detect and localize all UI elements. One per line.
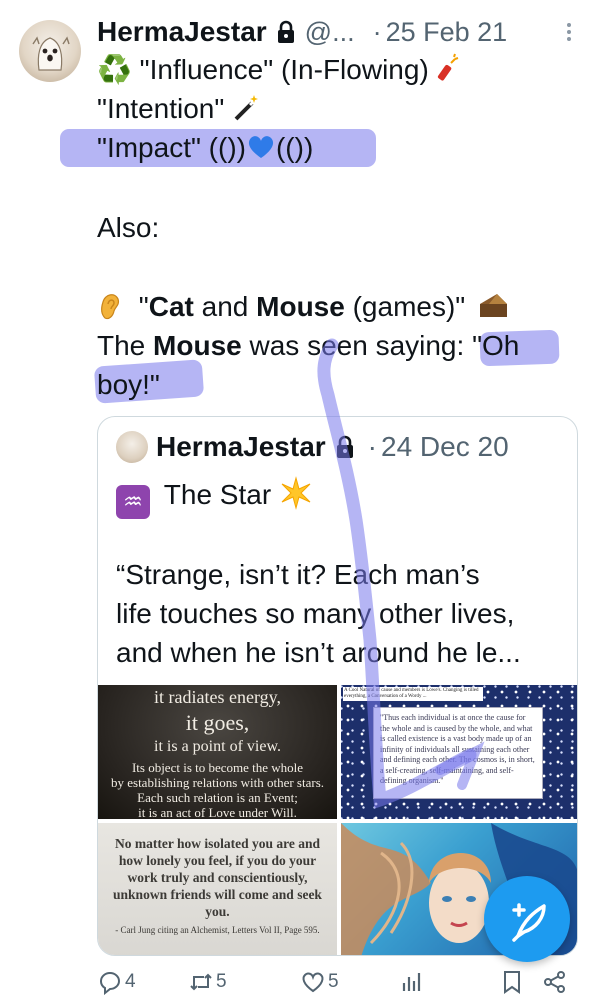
tweet-text-line: "Impact" (()) (()) [97,132,314,163]
tweet-date[interactable]: 25 Feb 21 [386,17,508,48]
compose-button[interactable] [484,876,570,962]
cheese-icon [480,294,508,317]
blue-heart-icon [248,136,274,158]
tweet-text-line: "Cat and Mouse (games)" [97,287,509,326]
quoted-text-line: “Strange, isn’t it? Each man’s [116,559,480,590]
lock-icon [277,20,294,43]
media-image[interactable]: No matter how isolated you are and how l… [98,823,337,955]
like-button[interactable]: 5 [300,969,339,995]
tweet-text-line: Also: [97,212,160,243]
views-button[interactable] [399,969,425,995]
retweet-count: 5 [216,971,227,992]
like-count: 5 [328,971,339,992]
aquarius-icon: ♒ [116,485,150,519]
separator-dot: · [367,431,377,462]
more-options-icon[interactable] [557,20,581,44]
author-name[interactable]: HermaJestar [97,16,267,48]
retweet-icon [190,973,212,991]
quoted-text-line: life touches so many other lives, [116,598,515,629]
bookmark-icon [504,971,520,994]
magic-wand-icon [234,95,259,121]
reply-button[interactable]: 4 [97,969,136,995]
tweet-header: HermaJestar @... · 25 Feb 21 [97,14,585,50]
tweet-text-line: The Mouse was seen saying: "Oh [97,330,520,361]
tweet-text-line: boy!" [97,369,160,400]
star-icon [281,476,311,510]
media-image[interactable]: A Cool Natural of cause and members is L… [341,685,577,819]
action-bar: 4 5 5 [0,965,597,1000]
bookmark-button[interactable] [499,969,525,995]
reply-icon [100,972,120,995]
compose-feather-icon [512,903,546,942]
share-icon [544,971,565,993]
quoted-avatar [116,431,148,463]
tweet-text-line: ♻️ "Influence" (In-Flowing) [97,50,463,89]
firecracker-icon [437,53,458,81]
quoted-tweet[interactable]: HermaJestar · 24 Dec 20 ♒ The Star “Stra… [97,416,578,956]
quoted-text-line: and when he isn’t around he le... [116,637,521,668]
avatar[interactable] [19,20,81,82]
ear-icon [101,294,120,320]
quoted-author-name: HermaJestar [156,431,326,462]
analytics-icon [402,973,421,991]
retweet-button[interactable]: 5 [188,969,227,995]
lock-icon [336,435,353,458]
author-handle[interactable]: @... [305,17,355,48]
separator-dot: · [372,16,382,47]
reply-count: 4 [125,971,136,992]
quoted-date: 24 Dec 20 [381,431,509,462]
recycle-icon: ♻️ [97,54,132,85]
heart-icon [302,972,324,993]
quoted-title: ♒ The Star [116,475,313,519]
quoted-header: HermaJestar · 24 Dec 20 [116,429,509,465]
share-button[interactable] [542,969,568,995]
media-image[interactable]: it radiates energy, it goes, it is a poi… [98,685,337,819]
tweet-text-line: "Intention" [97,89,262,128]
